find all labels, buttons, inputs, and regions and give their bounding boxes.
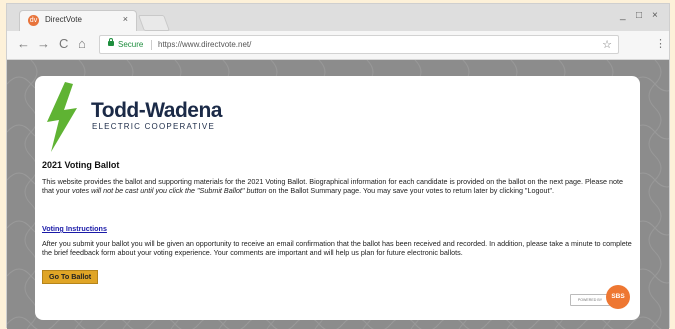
go-to-ballot-button[interactable]: Go To Ballot: [42, 270, 99, 284]
minimize-icon[interactable]: _: [620, 10, 626, 21]
url-text[interactable]: https://www.directvote.net/: [158, 40, 251, 49]
powered-by-badge: POWERED BY: [570, 294, 610, 306]
logo-name: Todd-Wadena: [91, 99, 222, 122]
address-bar[interactable]: Secure https://www.directvote.net/ ☆: [99, 35, 619, 54]
browser-menu-icon[interactable]: ⋮: [655, 37, 666, 50]
browser-toolbar: ← → C ⌂ Secure https://www.directvote.ne…: [7, 31, 669, 60]
tab-close-icon[interactable]: ×: [123, 14, 128, 24]
page-viewport: Todd-Wadena ELECTRIC COOPERATIVE 2021 Vo…: [7, 60, 669, 329]
logo-subtitle: ELECTRIC COOPERATIVE: [92, 122, 215, 131]
lightning-bolt-logo-icon: [47, 82, 77, 152]
reload-icon[interactable]: C: [59, 37, 68, 51]
secure-label: Secure: [118, 40, 144, 49]
address-divider: [151, 40, 152, 50]
tab-strip: dv DirectVote × _ □ ×: [7, 4, 669, 31]
intro-text-end: on the Ballot Summary page. You may save…: [266, 186, 555, 195]
browser-window: dv DirectVote × _ □ × ← → C ⌂ Secure htt…: [6, 3, 670, 329]
sbs-logo-icon: SBS: [606, 285, 630, 309]
forward-arrow-icon[interactable]: →: [37, 37, 50, 51]
maximize-icon[interactable]: □: [636, 10, 642, 21]
home-icon[interactable]: ⌂: [78, 37, 86, 51]
ballot-card: Todd-Wadena ELECTRIC COOPERATIVE 2021 Vo…: [35, 76, 640, 320]
browser-tab-directvote[interactable]: dv DirectVote ×: [19, 10, 137, 31]
intro-emphasis: votes will not be cast until you click t…: [71, 186, 267, 195]
back-arrow-icon[interactable]: ←: [17, 37, 30, 51]
lock-icon: [108, 38, 114, 46]
close-window-icon[interactable]: ×: [652, 10, 658, 21]
confirmation-paragraph: After you submit your ballot you will be…: [42, 239, 632, 257]
new-tab-button[interactable]: [138, 15, 170, 31]
directvote-favicon-icon: dv: [28, 15, 39, 26]
intro-paragraph: This website provides the ballot and sup…: [42, 177, 632, 195]
page-title: 2021 Voting Ballot: [42, 160, 120, 170]
tab-title: DirectVote: [45, 15, 82, 24]
bookmark-star-icon[interactable]: ☆: [602, 38, 612, 51]
voting-instructions-link[interactable]: Voting Instructions: [42, 224, 107, 233]
